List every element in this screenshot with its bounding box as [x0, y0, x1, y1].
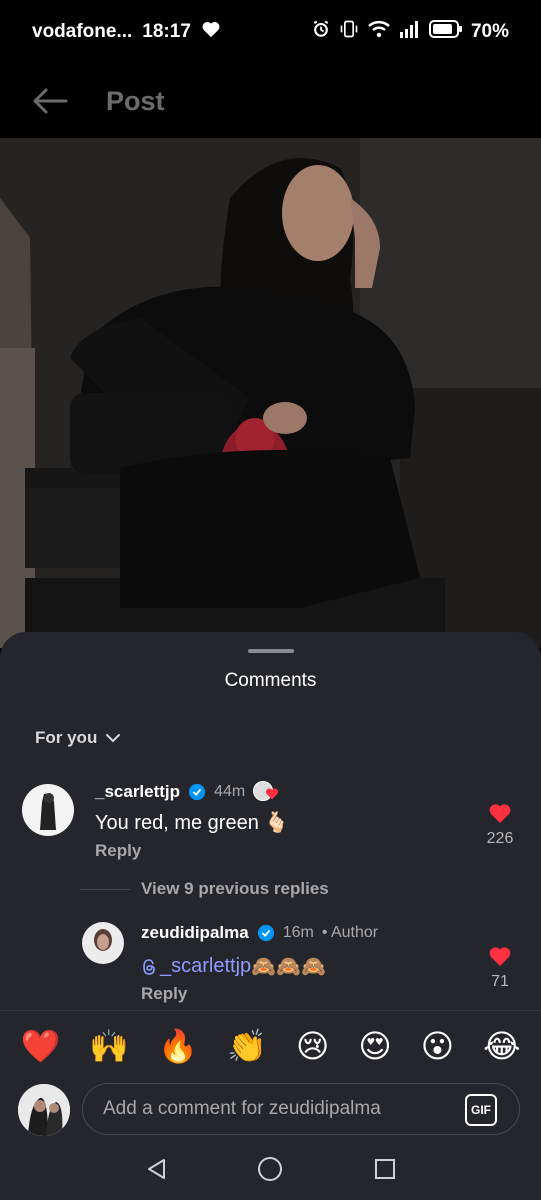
heart-icon	[489, 804, 511, 823]
verified-badge-icon	[188, 783, 206, 801]
back-button[interactable]	[20, 76, 80, 126]
author-liked-icon	[253, 781, 279, 803]
emoji-raised-hands-button[interactable]: 🙌	[89, 1030, 129, 1062]
comment-time: 44m	[214, 783, 246, 800]
post-photo[interactable]	[0, 138, 541, 648]
comment-username[interactable]: _scarlettjp	[95, 782, 180, 802]
sort-label: For you	[35, 728, 98, 747]
reply-text: _scarlettjp 🙈🙈🙈	[141, 954, 326, 979]
status-bar: vodafone... 18:17 70%	[0, 0, 541, 64]
avatar[interactable]	[22, 784, 74, 836]
comment-composer: GIF	[0, 1080, 541, 1142]
heart-status-icon	[201, 20, 221, 44]
wifi-icon	[367, 19, 391, 45]
back-arrow-icon	[33, 88, 68, 114]
status-right: 70%	[311, 19, 509, 45]
reply-button[interactable]: Reply	[95, 841, 141, 861]
alarm-icon	[311, 19, 331, 45]
emoji-heart-button[interactable]: ❤️	[21, 1030, 61, 1062]
square-recents-icon	[374, 1158, 395, 1179]
verified-badge-icon	[257, 924, 274, 942]
drag-handle[interactable]	[248, 649, 294, 653]
nav-back-button[interactable]	[145, 1157, 167, 1186]
like-button[interactable]: 226	[482, 802, 518, 848]
like-count: 226	[486, 830, 514, 847]
battery-level: 70%	[470, 21, 509, 42]
nav-recents-button[interactable]	[374, 1158, 396, 1185]
chevron-down-icon	[106, 734, 121, 743]
divider	[80, 889, 130, 890]
emoji-fire-button[interactable]: 🔥	[158, 1030, 198, 1062]
my-avatar	[18, 1084, 70, 1136]
gif-button[interactable]: GIF	[465, 1094, 497, 1126]
emoji-clap-button[interactable]: 👏	[227, 1030, 267, 1062]
reply-username[interactable]: zeudidipalma	[141, 923, 249, 943]
nav-home-button[interactable]	[257, 1156, 283, 1187]
triangle-back-icon	[148, 1158, 166, 1179]
comment-input[interactable]	[103, 1098, 443, 1120]
avatar[interactable]	[82, 922, 124, 964]
system-nav-bar	[0, 1142, 541, 1200]
circle-home-icon	[258, 1156, 283, 1181]
mention-link[interactable]: _scarlettjp	[141, 955, 251, 978]
top-app-bar: Post	[0, 64, 541, 138]
reply-time: 16m	[282, 924, 314, 941]
status-left: vodafone... 18:17	[32, 20, 221, 44]
carrier-label: vodafone...	[32, 21, 133, 42]
comment-text: You red, me green 🫰🏻	[95, 812, 290, 834]
emoji-surprised-button[interactable]: 😮	[421, 1030, 454, 1062]
battery-icon	[428, 19, 463, 45]
emoji-heart-eyes-button[interactable]: 😍	[358, 1030, 391, 1062]
page-title: Post	[106, 85, 165, 116]
like-button[interactable]: 71	[482, 945, 518, 991]
emoji-crying-button[interactable]: 😢	[296, 1030, 329, 1062]
view-replies-link[interactable]: View 9 previous replies	[141, 879, 329, 899]
emoji-laughing-button[interactable]: 😂	[483, 1030, 520, 1062]
vibrate-icon	[339, 19, 359, 45]
mention-text: _scarlettjp	[160, 955, 252, 977]
emoji-reaction-bar: ❤️ 🙌 🔥 👏 😢 😍 😮 😂	[0, 1010, 541, 1080]
like-count: 71	[491, 973, 509, 990]
threads-icon	[143, 958, 155, 975]
reply-emojis: 🙈🙈🙈	[251, 956, 326, 978]
author-label: • Author	[321, 924, 379, 941]
clock: 18:17	[142, 21, 191, 42]
comment-input-wrapper: GIF	[82, 1083, 520, 1135]
post-image	[0, 138, 541, 648]
comments-title: Comments	[224, 670, 317, 691]
reply-button[interactable]: Reply	[141, 984, 187, 1004]
signal-icon	[399, 20, 421, 44]
sort-dropdown[interactable]: For you	[35, 728, 121, 748]
heart-icon	[489, 947, 511, 966]
